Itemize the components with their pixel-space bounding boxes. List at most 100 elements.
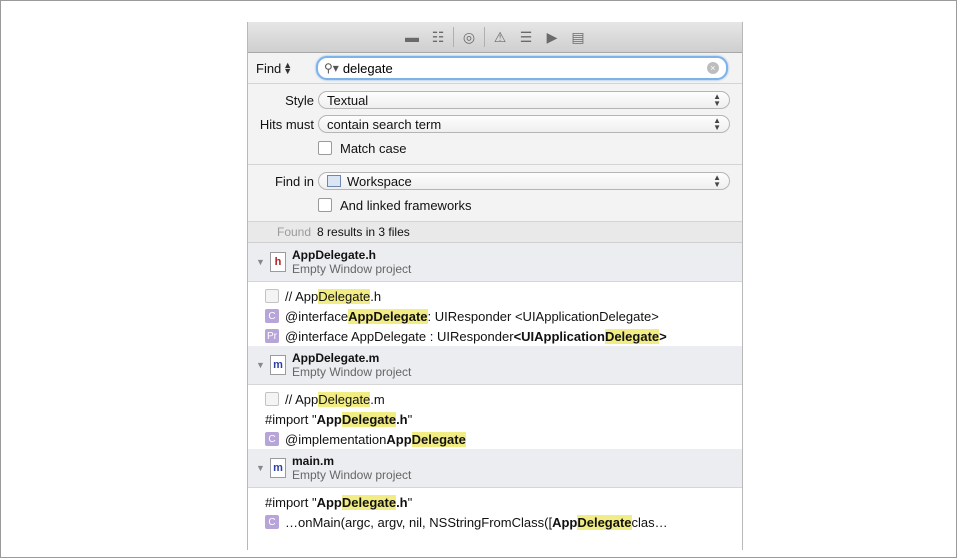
search-field[interactable]: ⚲▾ × <box>316 56 728 80</box>
symbol-icon[interactable]: ◎ <box>456 26 482 48</box>
findin-row: Find in Workspace ▲ ▼ <box>248 169 742 193</box>
text-file-icon <box>265 289 279 303</box>
match-case-label: Match case <box>340 140 407 156</box>
folder-icon[interactable]: ▬ <box>399 26 425 48</box>
result-text-segment: …onMain(argc, argv, nil, NSStringFromCla… <box>285 514 553 530</box>
result-text-segment: // App <box>285 288 319 304</box>
disclosure-triangle-icon[interactable]: ▼ <box>256 360 266 370</box>
result-group-header[interactable]: ▼ m AppDelegate.m Empty Window project <box>248 346 742 385</box>
log-icon[interactable]: ▤ <box>565 26 591 48</box>
hits-select[interactable]: contain search term ▲ ▼ <box>318 115 730 133</box>
result-text-segment: .m <box>370 391 385 407</box>
result-text-segment: @interface <box>285 308 349 324</box>
toolbar-divider <box>453 27 454 47</box>
class-icon: C <box>265 432 279 446</box>
result-text-segment: " <box>407 494 413 510</box>
search-result-row[interactable]: Pr @interface AppDelegate : UIResponder <… <box>248 326 742 346</box>
result-text-segment: clas… <box>631 514 668 530</box>
project-name: Empty Window project <box>292 262 412 276</box>
warning-icon[interactable]: ⚠ <box>487 26 513 48</box>
result-text-segment: .h <box>396 494 408 510</box>
result-group-header[interactable]: ▼ m main.m Empty Window project <box>248 449 742 488</box>
scope-options: Find in Workspace ▲ ▼ And linked framewor… <box>248 165 742 222</box>
style-select[interactable]: Textual ▲ ▼ <box>318 91 730 109</box>
result-text-segment: Delegate <box>318 288 371 304</box>
find-options: Style Textual ▲ ▼ Hits must contain searc… <box>248 84 742 165</box>
result-text-segment: .h <box>396 411 408 427</box>
result-text-segment: AppDelegate <box>348 308 428 324</box>
result-text-segment: > <box>659 328 667 344</box>
search-result-row[interactable]: #import " App Delegate .h " <box>248 409 742 429</box>
result-text-segment: Delegate <box>577 514 632 530</box>
result-text-segment: App <box>552 514 578 530</box>
protocol-icon: Pr <box>265 329 279 343</box>
result-text-segment: @interface AppDelegate : UIResponder <box>285 328 514 344</box>
result-text-segment: App <box>316 411 342 427</box>
hits-label: Hits must <box>259 116 314 132</box>
result-text-segment: #import " <box>265 494 317 510</box>
result-text-segment: Delegate <box>341 411 397 427</box>
checkbox-box[interactable] <box>318 141 332 155</box>
search-result-row[interactable]: // App Delegate .h <box>248 286 742 306</box>
popup-arrows-icon: ▲ ▼ <box>713 116 721 132</box>
disclosure-triangle-icon[interactable]: ▼ <box>256 463 266 473</box>
result-text-segment: App <box>386 431 412 447</box>
result-text-segment: : UIResponder <UIApplicationDelegate> <box>427 308 659 324</box>
search-result-row[interactable]: // App Delegate .m <box>248 389 742 409</box>
results-status: Found 8 results in 3 files <box>248 222 742 243</box>
find-label: Find <box>256 60 282 76</box>
linked-frameworks-checkbox[interactable]: And linked frameworks <box>318 198 472 213</box>
source-file-icon: h <box>270 252 286 272</box>
navigator-toolbar: ▬ ☷ ◎ ⚠ ☰ ▶ ▤ <box>248 22 742 53</box>
results-summary: 8 results in 3 files <box>317 225 410 239</box>
result-text-segment: Delegate <box>341 494 397 510</box>
findin-label: Find in <box>274 173 314 189</box>
result-text-segment: @implementation <box>285 431 387 447</box>
file-name: AppDelegate.h <box>292 248 377 262</box>
search-result-row[interactable]: #import " App Delegate .h " <box>248 492 742 512</box>
findin-value: Workspace <box>347 173 412 189</box>
result-text-segment: Delegate <box>318 391 371 407</box>
clear-search-icon[interactable]: × <box>706 62 719 74</box>
match-case-checkbox[interactable]: Match case <box>318 141 406 156</box>
result-text-segment: Delegate <box>411 431 466 447</box>
popup-arrows-icon: ▲ ▼ <box>713 92 721 108</box>
style-label: Style <box>285 92 314 108</box>
search-result-row[interactable]: C @interface AppDelegate : UIResponder <U… <box>248 306 742 326</box>
disclosure-triangle-icon[interactable]: ▼ <box>256 257 266 267</box>
result-text-segment: App <box>316 494 342 510</box>
linked-row: And linked frameworks <box>248 193 742 217</box>
result-text-segment: #import " <box>265 411 317 427</box>
hits-value: contain search term <box>327 116 442 132</box>
linked-label: And linked frameworks <box>340 197 472 213</box>
list-icon[interactable]: ☰ <box>513 26 539 48</box>
findin-select[interactable]: Workspace ▲ ▼ <box>318 172 730 190</box>
find-row: Find ▲▼ ⚲▾ × <box>248 53 742 84</box>
search-icon[interactable]: ⚲▾ <box>324 61 339 75</box>
result-group-header[interactable]: ▼ h AppDelegate.h Empty Window project <box>248 243 742 282</box>
popup-arrows-icon: ▲ ▼ <box>713 173 721 189</box>
results-list: ▼ h AppDelegate.h Empty Window project// Ap… <box>248 243 742 532</box>
group-title: AppDelegate.h Empty Window project <box>292 248 411 276</box>
file-name: AppDelegate.m <box>292 351 380 365</box>
result-text-segment: <UIApplication <box>513 328 605 344</box>
project-name: Empty Window project <box>292 365 412 379</box>
hits-row: Hits must contain search term ▲ ▼ <box>248 112 742 136</box>
result-text-segment: Delegate <box>604 328 660 344</box>
class-icon: C <box>265 515 279 529</box>
match-case-row: Match case <box>248 136 742 160</box>
found-label: Found <box>277 225 312 239</box>
checkbox-box[interactable] <box>318 198 332 212</box>
style-row: Style Textual ▲ ▼ <box>248 88 742 112</box>
hierarchy-icon[interactable]: ☷ <box>425 26 451 48</box>
project-name: Empty Window project <box>292 468 412 482</box>
breakpoint-icon[interactable]: ▶ <box>539 26 565 48</box>
stepper-icon: ▲ ▼ <box>283 60 293 76</box>
result-text-segment: " <box>407 411 413 427</box>
find-mode-selector[interactable]: Find ▲ ▼ <box>256 61 316 76</box>
style-value: Textual <box>327 92 369 108</box>
search-input[interactable] <box>338 60 707 76</box>
search-result-row[interactable]: C @implementation App Delegate <box>248 429 742 449</box>
group-title: main.m Empty Window project <box>292 454 411 482</box>
search-result-row[interactable]: C …onMain(argc, argv, nil, NSStringFromCl… <box>248 512 742 532</box>
